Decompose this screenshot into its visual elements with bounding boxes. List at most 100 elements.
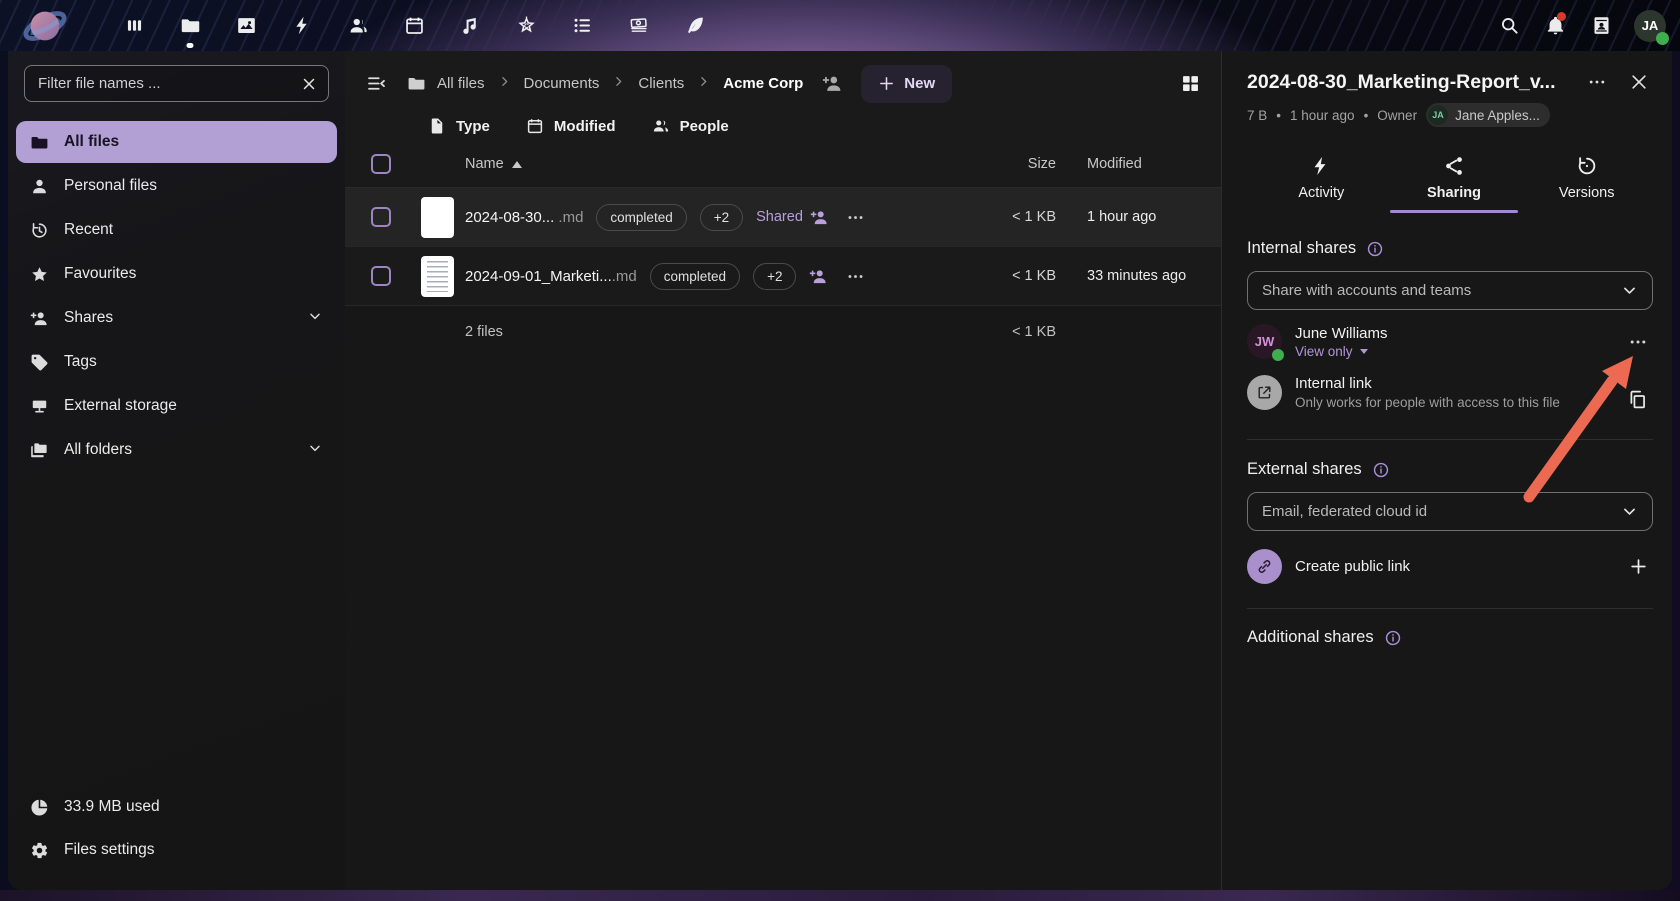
share-entry-june-williams: JW June Williams View only xyxy=(1247,324,1653,359)
section-divider xyxy=(1247,608,1653,609)
chevron-right-icon xyxy=(498,75,511,92)
filter-files-input[interactable] xyxy=(24,65,329,102)
copy-link-button[interactable] xyxy=(1621,383,1653,415)
row-checkbox[interactable] xyxy=(371,207,391,227)
grid-view-toggle-icon[interactable] xyxy=(1173,67,1207,101)
column-modified[interactable]: Modified xyxy=(1056,156,1221,172)
search-icon[interactable] xyxy=(1486,0,1532,51)
files-app-icon[interactable] xyxy=(162,0,218,51)
tasks-app-icon[interactable] xyxy=(554,0,610,51)
dashboard-app-icon[interactable] xyxy=(106,0,162,51)
sidebar-item-tags[interactable]: Tags xyxy=(16,341,337,383)
sidebar-item-external-storage[interactable]: External storage xyxy=(16,385,337,427)
tab-sharing[interactable]: Sharing xyxy=(1388,149,1521,213)
external-share-combobox[interactable]: Email, federated cloud id xyxy=(1247,492,1653,531)
calendar-app-icon[interactable] xyxy=(386,0,442,51)
shared-status-button[interactable] xyxy=(809,267,828,286)
clear-filter-icon[interactable] xyxy=(298,73,320,95)
add-public-link-button[interactable] xyxy=(1623,552,1653,582)
sidebar-item-recent[interactable]: Recent xyxy=(16,209,337,251)
breadcrumb-documents[interactable]: Documents xyxy=(524,75,600,92)
planet-logo-icon[interactable] xyxy=(22,3,68,49)
internal-shares-heading: Internal shares xyxy=(1247,239,1653,258)
filter-chip-modified[interactable]: Modified xyxy=(526,117,616,135)
owner-chip[interactable]: JA Jane Apples... xyxy=(1426,103,1550,127)
share-actions-menu[interactable] xyxy=(1623,327,1653,357)
calendar-icon xyxy=(526,117,544,135)
tag-badge: completed xyxy=(596,204,686,231)
file-name-cell: 2024-08-30... .md completed +2 Shared xyxy=(465,203,941,231)
sidebar-item-all-folders[interactable]: All folders xyxy=(16,429,337,471)
external-storage-icon xyxy=(30,397,49,416)
row-actions-menu[interactable] xyxy=(842,203,870,231)
new-button[interactable]: New xyxy=(861,65,952,103)
notifications-bell-icon[interactable] xyxy=(1532,0,1578,51)
music-app-icon[interactable] xyxy=(442,0,498,51)
sidebar-item-personal-files[interactable]: Personal files xyxy=(16,165,337,207)
sidebar-item-label: External storage xyxy=(64,397,177,415)
tab-activity[interactable]: Activity xyxy=(1255,149,1388,213)
file-time: 1 hour ago xyxy=(1290,108,1355,123)
sidebar-item-shares[interactable]: Shares xyxy=(16,297,337,339)
sidebar-item-favourites[interactable]: Favourites xyxy=(16,253,337,295)
breadcrumb-all-files[interactable]: All files xyxy=(407,74,485,93)
sidebar-footer: 33.9 MB used Files settings xyxy=(16,785,337,872)
close-panel-icon[interactable] xyxy=(1625,68,1653,96)
chevron-down-icon[interactable] xyxy=(307,308,323,329)
sidebar-item-label: Recent xyxy=(64,221,113,239)
permission-dropdown[interactable]: View only xyxy=(1295,344,1610,359)
file-list-area: All files Documents Clients Acme Corp Ne… xyxy=(345,51,1221,890)
info-icon[interactable] xyxy=(1366,240,1384,258)
row-checkbox[interactable] xyxy=(371,266,391,286)
link-icon xyxy=(1247,549,1282,584)
notes-quill-icon[interactable] xyxy=(666,0,722,51)
chevron-down-icon xyxy=(1621,282,1638,299)
files-settings[interactable]: Files settings xyxy=(16,829,337,871)
user-avatar[interactable]: JA xyxy=(1634,10,1666,42)
top-bar: C JA xyxy=(0,0,1680,51)
row-actions-menu[interactable] xyxy=(841,262,869,290)
wallpaper-strip xyxy=(0,890,1680,901)
dots-horizontal-icon xyxy=(846,208,865,227)
active-app-indicator xyxy=(187,43,194,48)
money-app-icon[interactable] xyxy=(610,0,666,51)
info-icon[interactable] xyxy=(1372,461,1390,479)
breadcrumb-clients[interactable]: Clients xyxy=(638,75,684,92)
breadcrumb-acme-corp[interactable]: Acme Corp xyxy=(723,75,803,92)
chevron-down-icon[interactable] xyxy=(307,440,323,461)
filter-chip-type[interactable]: Type xyxy=(428,117,490,135)
column-name[interactable]: Name xyxy=(465,156,941,172)
file-row-2[interactable]: 2024-09-01_Marketi....md completed +2 < … xyxy=(345,247,1221,306)
history-clock-icon xyxy=(30,221,49,240)
contacts-menu-icon[interactable] xyxy=(1578,0,1624,51)
external-link-icon xyxy=(1247,375,1282,410)
photos-app-icon[interactable] xyxy=(218,0,274,51)
activity-app-icon[interactable] xyxy=(274,0,330,51)
online-status-dot xyxy=(1272,349,1284,361)
file-thumbnail xyxy=(421,197,454,238)
contacts-app-icon[interactable] xyxy=(330,0,386,51)
storage-quota[interactable]: 33.9 MB used xyxy=(16,786,337,828)
select-all-checkbox[interactable] xyxy=(371,154,391,174)
filter-chip-people[interactable]: People xyxy=(652,117,729,135)
table-header: Name Size Modified xyxy=(345,141,1221,188)
recommendations-star-icon[interactable]: C xyxy=(498,0,554,51)
shared-status-button[interactable]: Shared xyxy=(756,208,829,227)
share-folder-icon[interactable] xyxy=(817,69,847,99)
info-icon[interactable] xyxy=(1384,629,1402,647)
account-plus-icon xyxy=(809,267,828,286)
folders-icon xyxy=(30,441,49,460)
file-name-link[interactable]: 2024-09-01_Marketi....md xyxy=(465,268,637,285)
create-public-link-row[interactable]: Create public link xyxy=(1247,549,1653,584)
sidebar-item-all-files[interactable]: All files xyxy=(16,121,337,163)
external-shares-heading: External shares xyxy=(1247,460,1653,479)
file-name-link[interactable]: 2024-08-30... .md xyxy=(465,209,583,226)
panel-actions-menu[interactable] xyxy=(1583,68,1611,96)
internal-share-combobox[interactable]: Share with accounts and teams xyxy=(1247,271,1653,310)
file-row-1[interactable]: 2024-08-30... .md completed +2 Shared < … xyxy=(345,188,1221,247)
tab-versions[interactable]: Versions xyxy=(1520,149,1653,213)
column-size[interactable]: Size xyxy=(941,156,1056,172)
filter-chips: Type Modified People xyxy=(345,103,1221,141)
collapse-sidebar-icon[interactable] xyxy=(361,69,391,99)
details-panel: 2024-08-30_Marketing-Report_v... 7 B • 1… xyxy=(1221,51,1672,890)
